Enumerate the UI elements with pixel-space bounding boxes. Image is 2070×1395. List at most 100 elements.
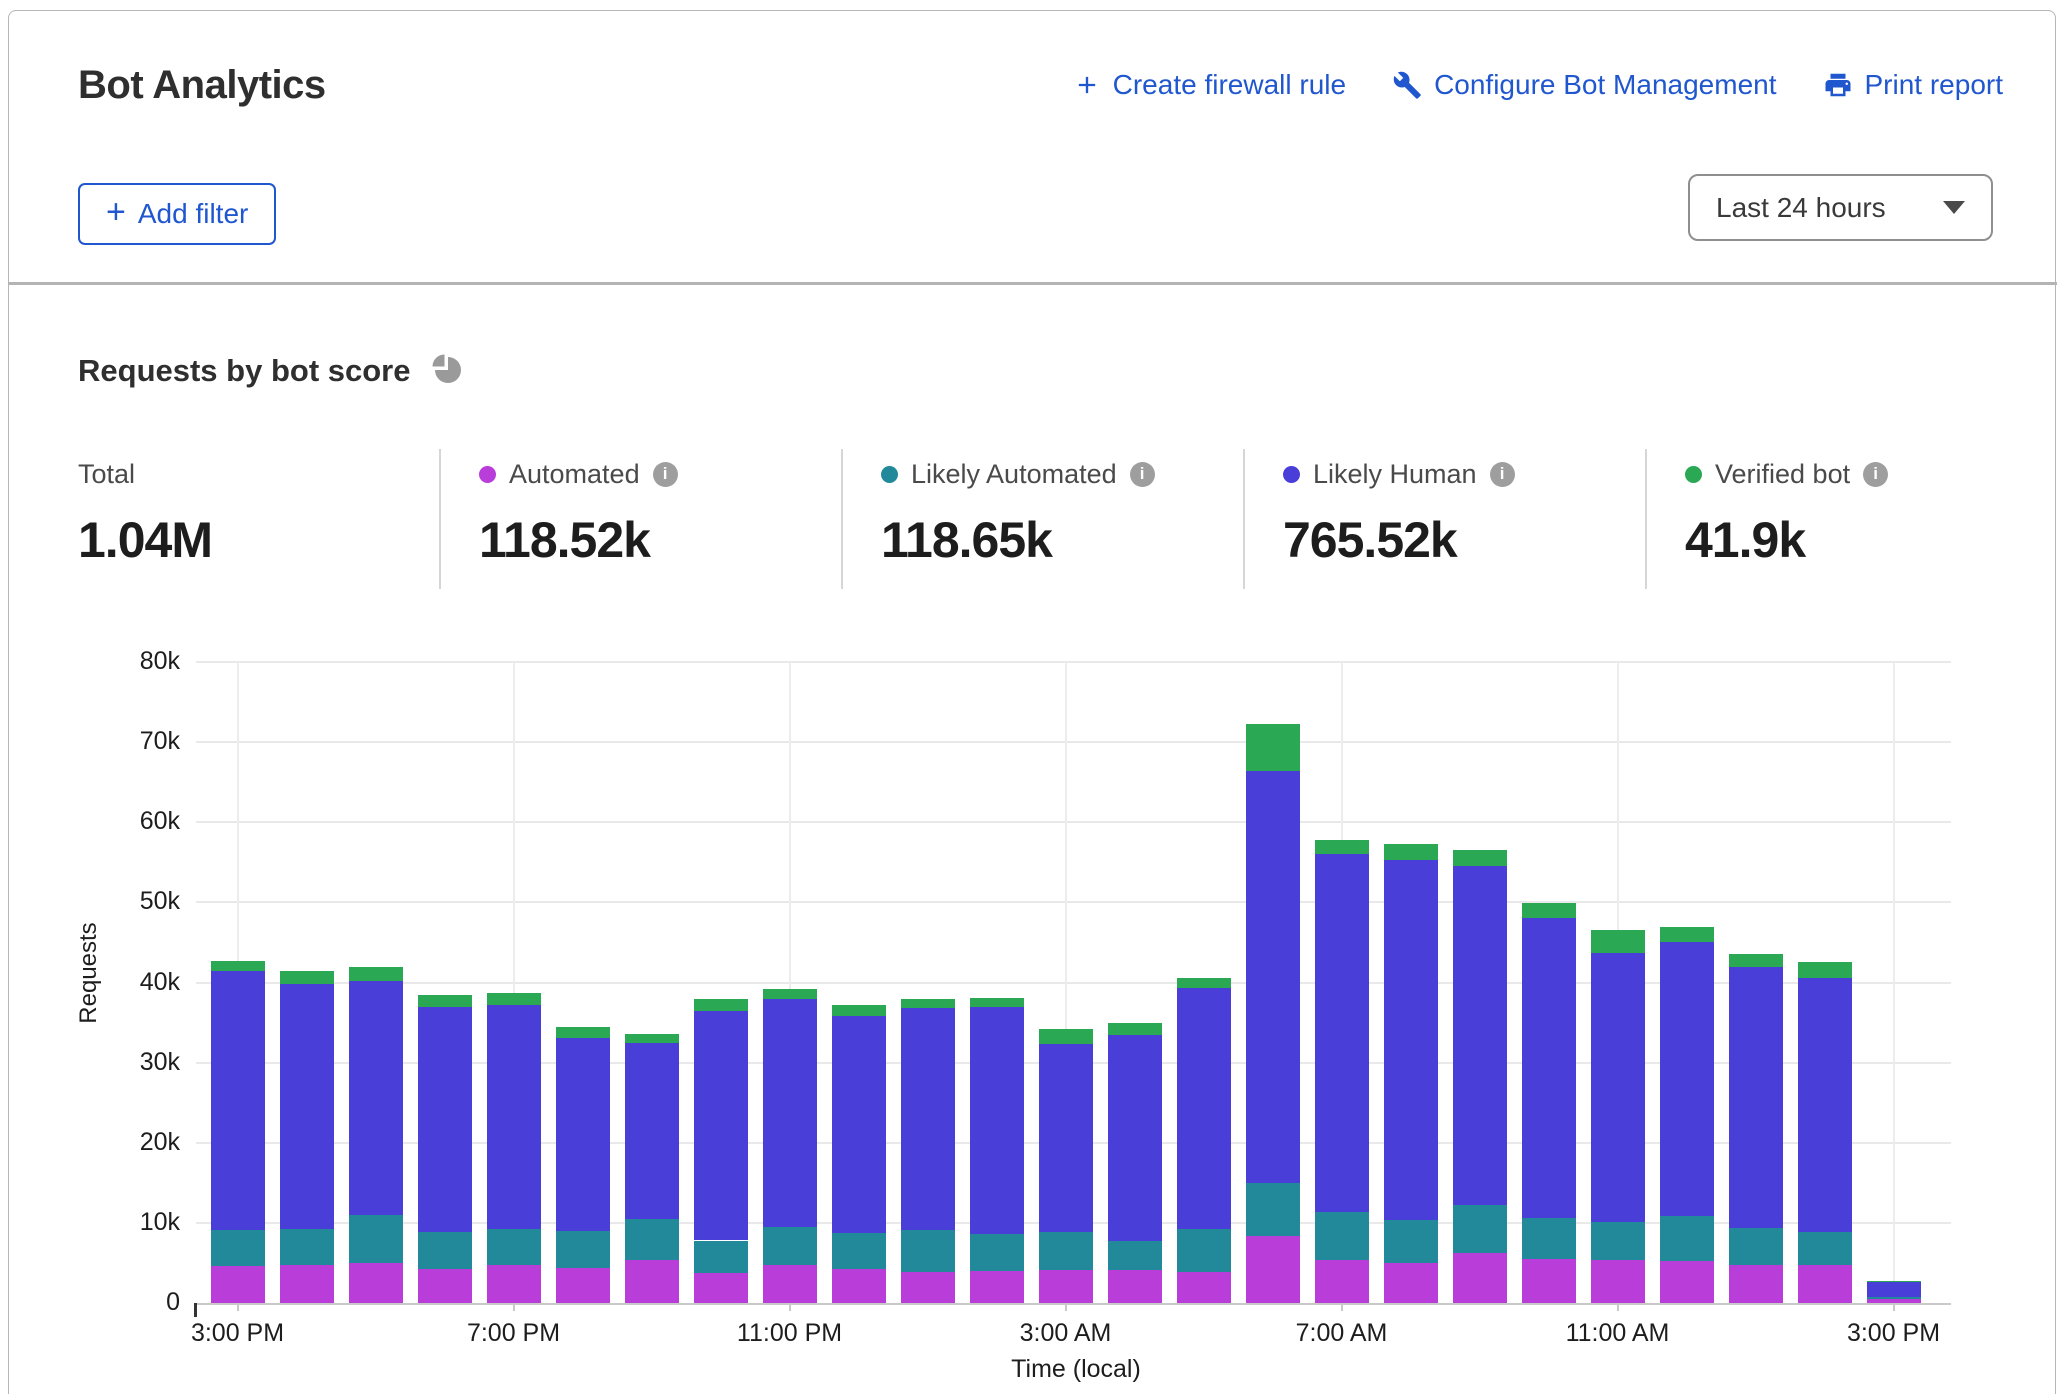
bar-segment-verified-bot[interactable] <box>280 971 334 984</box>
bar-segment-likely-human[interactable] <box>1108 1035 1162 1242</box>
bar-segment-verified-bot[interactable] <box>211 961 265 971</box>
bar-segment-automated[interactable] <box>901 1272 955 1303</box>
bar-segment-verified-bot[interactable] <box>1384 844 1438 860</box>
bar-segment-likely-human[interactable] <box>487 1005 541 1229</box>
bar-segment-verified-bot[interactable] <box>763 989 817 999</box>
bar-segment-likely-automated[interactable] <box>280 1229 334 1265</box>
bar-segment-likely-automated[interactable] <box>625 1219 679 1260</box>
bar-segment-likely-human[interactable] <box>832 1016 886 1233</box>
bar-segment-verified-bot[interactable] <box>1039 1029 1093 1044</box>
bar-segment-likely-automated[interactable] <box>1108 1241 1162 1270</box>
bar-segment-verified-bot[interactable] <box>487 993 541 1005</box>
bar-segment-verified-bot[interactable] <box>1522 903 1576 918</box>
x-axis-title: Time (local) <box>901 1355 1251 1384</box>
bar-segment-likely-human[interactable] <box>1729 967 1783 1228</box>
bar-segment-likely-human[interactable] <box>418 1007 472 1231</box>
bar-segment-automated[interactable] <box>418 1269 472 1303</box>
bar-segment-automated[interactable] <box>1729 1265 1783 1303</box>
bar-segment-likely-automated[interactable] <box>556 1231 610 1268</box>
bar-segment-likely-human[interactable] <box>1660 942 1714 1216</box>
bar-segment-likely-human[interactable] <box>1384 860 1438 1220</box>
bar-segment-likely-automated[interactable] <box>349 1215 403 1263</box>
bar-segment-automated[interactable] <box>1246 1236 1300 1303</box>
bar-segment-likely-human[interactable] <box>1522 918 1576 1218</box>
bar-segment-likely-automated[interactable] <box>1660 1216 1714 1261</box>
bar-segment-likely-automated[interactable] <box>1315 1212 1369 1259</box>
bar-segment-likely-automated[interactable] <box>1798 1232 1852 1265</box>
bar-segment-likely-human[interactable] <box>1039 1044 1093 1231</box>
bar-segment-verified-bot[interactable] <box>1798 962 1852 978</box>
bar-segment-verified-bot[interactable] <box>1177 978 1231 988</box>
bar-segment-likely-human[interactable] <box>1453 866 1507 1206</box>
bar-segment-likely-automated[interactable] <box>1729 1228 1783 1264</box>
bar-segment-likely-human[interactable] <box>1798 978 1852 1232</box>
bar-segment-likely-automated[interactable] <box>901 1230 955 1272</box>
bar-segment-automated[interactable] <box>1591 1260 1645 1303</box>
bar-segment-likely-automated[interactable] <box>211 1230 265 1266</box>
bar-segment-verified-bot[interactable] <box>694 999 748 1010</box>
bar-segment-verified-bot[interactable] <box>901 999 955 1009</box>
bar-segment-likely-automated[interactable] <box>1246 1183 1300 1237</box>
bar-segment-likely-automated[interactable] <box>970 1234 1024 1271</box>
bar-segment-automated[interactable] <box>349 1263 403 1303</box>
bar-segment-likely-human[interactable] <box>970 1007 1024 1234</box>
bar-segment-verified-bot[interactable] <box>1729 954 1783 967</box>
bar-segment-likely-automated[interactable] <box>487 1229 541 1265</box>
bar-segment-automated[interactable] <box>625 1260 679 1303</box>
bar-segment-verified-bot[interactable] <box>1867 1281 1921 1282</box>
bar-segment-likely-human[interactable] <box>901 1008 955 1230</box>
bar-segment-likely-automated[interactable] <box>1039 1232 1093 1270</box>
bar-segment-automated[interactable] <box>487 1265 541 1303</box>
bar-segment-likely-automated[interactable] <box>1867 1297 1921 1299</box>
bar-segment-likely-automated[interactable] <box>1384 1220 1438 1263</box>
bar-segment-likely-human[interactable] <box>625 1043 679 1218</box>
bar-segment-automated[interactable] <box>970 1271 1024 1303</box>
bar-segment-likely-automated[interactable] <box>1591 1222 1645 1260</box>
bar-segment-automated[interactable] <box>1522 1259 1576 1303</box>
bar-segment-likely-human[interactable] <box>556 1038 610 1231</box>
bar-segment-automated[interactable] <box>1108 1270 1162 1303</box>
bar-segment-automated[interactable] <box>1039 1270 1093 1303</box>
bar-segment-automated[interactable] <box>1798 1265 1852 1303</box>
bar-segment-likely-human[interactable] <box>211 971 265 1230</box>
bar-segment-likely-human[interactable] <box>1867 1282 1921 1296</box>
bar-segment-automated[interactable] <box>280 1265 334 1303</box>
bar-segment-likely-human[interactable] <box>1246 771 1300 1183</box>
bar-segment-verified-bot[interactable] <box>1315 840 1369 854</box>
bar-segment-verified-bot[interactable] <box>970 998 1024 1008</box>
bar-segment-likely-automated[interactable] <box>418 1232 472 1270</box>
bar-segment-likely-human[interactable] <box>1591 953 1645 1222</box>
bar-segment-automated[interactable] <box>1453 1253 1507 1303</box>
bar-segment-likely-human[interactable] <box>280 984 334 1229</box>
bar-segment-automated[interactable] <box>556 1268 610 1303</box>
bar-segment-likely-human[interactable] <box>694 1011 748 1241</box>
bar-segment-likely-human[interactable] <box>763 999 817 1227</box>
bar-segment-likely-human[interactable] <box>1177 988 1231 1229</box>
bar-segment-automated[interactable] <box>1315 1260 1369 1303</box>
bar-segment-likely-automated[interactable] <box>832 1233 886 1269</box>
bar-segment-likely-human[interactable] <box>1315 854 1369 1212</box>
bar-segment-verified-bot[interactable] <box>625 1034 679 1044</box>
bar-segment-automated[interactable] <box>1660 1261 1714 1303</box>
bar-segment-verified-bot[interactable] <box>349 967 403 981</box>
bar-segment-verified-bot[interactable] <box>1246 724 1300 771</box>
bar-segment-verified-bot[interactable] <box>1453 850 1507 865</box>
bar-segment-likely-human[interactable] <box>349 981 403 1215</box>
bar-segment-verified-bot[interactable] <box>556 1027 610 1037</box>
bar-segment-verified-bot[interactable] <box>418 995 472 1007</box>
bar-segment-verified-bot[interactable] <box>832 1005 886 1016</box>
bar-segment-automated[interactable] <box>211 1266 265 1303</box>
bar-segment-automated[interactable] <box>1384 1263 1438 1303</box>
bar-segment-automated[interactable] <box>694 1273 748 1303</box>
bar-segment-likely-automated[interactable] <box>1453 1205 1507 1253</box>
bar-segment-verified-bot[interactable] <box>1660 927 1714 941</box>
bar-segment-likely-automated[interactable] <box>694 1241 748 1274</box>
bar-segment-likely-automated[interactable] <box>1177 1229 1231 1271</box>
bar-segment-likely-automated[interactable] <box>763 1227 817 1265</box>
bar-segment-likely-automated[interactable] <box>1522 1218 1576 1259</box>
bar-segment-verified-bot[interactable] <box>1591 930 1645 952</box>
bar-segment-automated[interactable] <box>1177 1272 1231 1303</box>
bar-segment-automated[interactable] <box>763 1265 817 1303</box>
bar-segment-automated[interactable] <box>832 1269 886 1303</box>
bar-segment-verified-bot[interactable] <box>1108 1023 1162 1034</box>
